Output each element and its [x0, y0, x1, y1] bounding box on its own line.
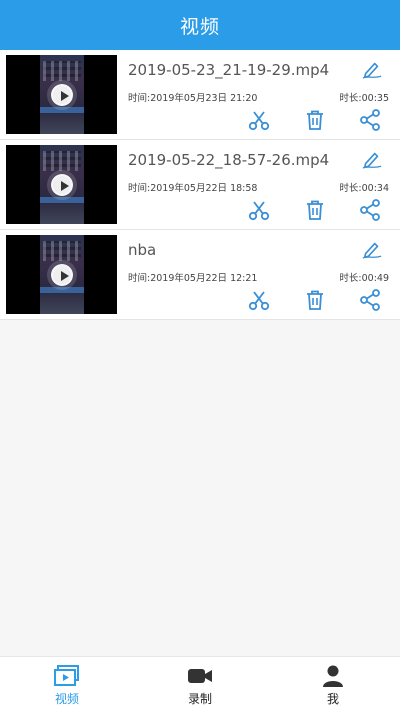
scissors-icon[interactable]: [247, 198, 271, 222]
tab-me[interactable]: 我: [266, 657, 400, 711]
play-icon[interactable]: [51, 174, 73, 196]
tab-label: 录制: [187, 692, 212, 706]
scissors-icon[interactable]: [247, 108, 271, 132]
video-thumbnail[interactable]: [6, 145, 117, 224]
play-icon[interactable]: [51, 264, 73, 286]
tab-video[interactable]: 视频: [0, 657, 134, 711]
trash-icon[interactable]: [303, 288, 327, 312]
trash-icon[interactable]: [303, 198, 327, 222]
video-name: 2019-05-23_21-19-29.mp4: [128, 61, 330, 79]
video-time: 时间:2019年05月22日 12:21: [128, 273, 258, 284]
share-icon[interactable]: [358, 288, 382, 312]
video-thumbnail[interactable]: [6, 55, 117, 134]
video-name: nba: [128, 241, 157, 259]
video-duration: 时长:00:49: [339, 273, 389, 284]
video-thumbnail[interactable]: [6, 235, 117, 314]
video-duration: 时长:00:35: [339, 93, 389, 104]
video-time: 时间:2019年05月22日 18:58: [128, 183, 258, 194]
edit-name-icon[interactable]: [361, 239, 383, 259]
tab-label: 视频: [54, 692, 79, 706]
video-name: 2019-05-22_18-57-26.mp4: [128, 151, 330, 169]
share-icon[interactable]: [358, 108, 382, 132]
app-header: 视频: [0, 0, 400, 50]
trash-icon[interactable]: [303, 108, 327, 132]
video-list: 2019-05-23_21-19-29.mp4 时间:2019年05月23日 2…: [0, 50, 400, 320]
video-list-item[interactable]: nba 时间:2019年05月22日 12:21 时长:00:49: [0, 230, 400, 320]
tab-label: 我: [326, 692, 339, 706]
video-duration: 时长:00:34: [339, 183, 389, 194]
edit-name-icon[interactable]: [361, 149, 383, 169]
scissors-icon[interactable]: [247, 288, 271, 312]
camera-icon: [186, 664, 214, 688]
share-icon[interactable]: [358, 198, 382, 222]
play-icon[interactable]: [51, 84, 73, 106]
page-title: 视频: [179, 15, 220, 38]
video-time: 时间:2019年05月23日 21:20: [128, 93, 258, 104]
tab-record[interactable]: 录制: [133, 657, 267, 711]
bottom-tab-bar: 视频 录制 我: [0, 656, 400, 711]
user-icon: [319, 664, 347, 688]
video-list-item[interactable]: 2019-05-22_18-57-26.mp4 时间:2019年05月22日 1…: [0, 140, 400, 230]
video-list-item[interactable]: 2019-05-23_21-19-29.mp4 时间:2019年05月23日 2…: [0, 50, 400, 140]
video-screen-icon: [53, 664, 81, 688]
edit-name-icon[interactable]: [361, 59, 383, 79]
